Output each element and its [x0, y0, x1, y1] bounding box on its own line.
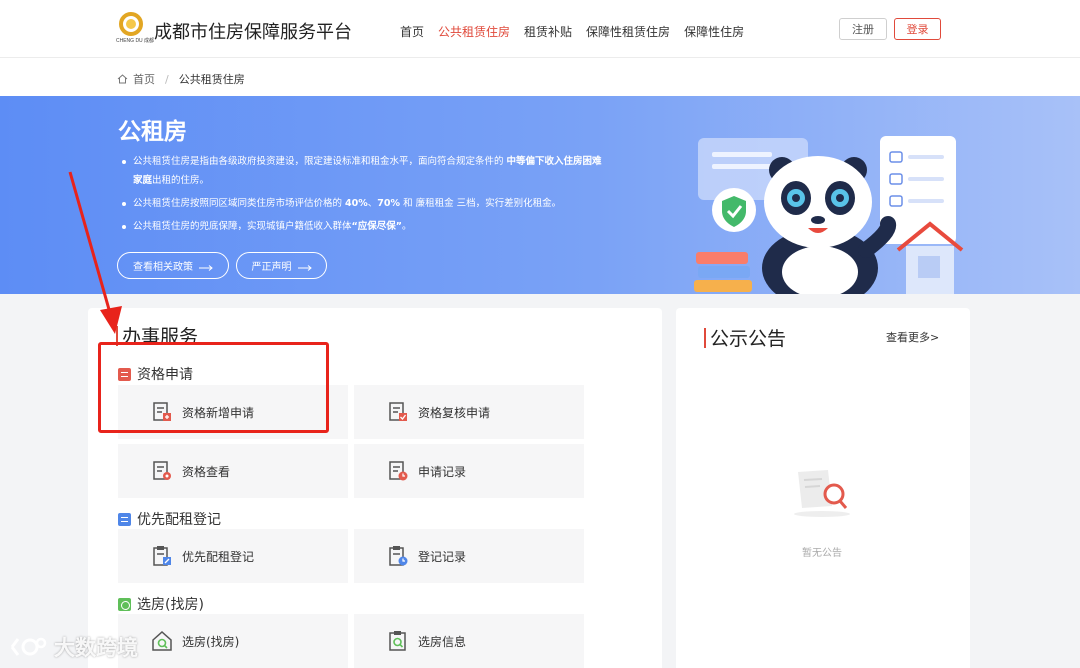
view-more-link[interactable]: 查看更多>	[886, 329, 939, 345]
document-view-icon	[153, 461, 171, 480]
breadcrumb-current: 公共租赁住房	[178, 73, 245, 86]
tile-priority-registration[interactable]: 优先配租登记	[118, 529, 348, 583]
group-priority-registration: 优先配租登记	[118, 509, 221, 529]
banner-bullet: 公共租赁住房的兜底保障，实现城镇户籍低收入群体“应保尽保”。	[120, 217, 610, 236]
nav-item-home[interactable]: 首页	[400, 23, 424, 40]
breadcrumb-separator: /	[165, 72, 169, 86]
nav-item-affordable-rental[interactable]: 保障性租赁住房	[586, 23, 670, 40]
banner-bullet: 公共租赁住房按照同区域同类住房市场评估价格的 40%、70% 和 廉租租金 三档…	[120, 194, 610, 213]
clipboard-search-icon	[389, 631, 406, 651]
login-button[interactable]: 登录	[894, 18, 941, 40]
annotation-highlight-box	[98, 342, 329, 433]
site-title: 成都市住房保障服务平台	[154, 22, 352, 43]
home-icon[interactable]	[117, 74, 128, 84]
tile-qualification-view[interactable]: 资格查看	[118, 444, 348, 498]
tile-qualification-review-application[interactable]: 资格复核申请	[354, 385, 584, 439]
clipboard-edit-icon	[153, 546, 171, 566]
group-house-selection: 选房(找房)	[118, 594, 204, 614]
tile-application-records[interactable]: 申请记录	[354, 444, 584, 498]
tile-selection-info[interactable]: 选房信息	[354, 614, 584, 668]
banner-bullets: 公共租赁住房是指由各级政府投资建设，限定建设标准和租金水平，面向符合规定条件的 …	[120, 152, 610, 240]
hero-banner: 公租房 公共租赁住房是指由各级政府投资建设，限定建设标准和租金水平，面向符合规定…	[0, 96, 1080, 294]
breadcrumb: 首页 / 公共租赁住房	[0, 58, 1080, 96]
statement-button[interactable]: 严正声明	[236, 252, 327, 279]
search-icon	[118, 597, 131, 611]
empty-notices-text: 暂无公告	[802, 548, 842, 559]
site-logo[interactable]: CHENG DU 成都	[116, 12, 155, 48]
breadcrumb-home[interactable]: 首页	[133, 71, 155, 87]
logo-subtext: CHENG DU 成都	[116, 38, 155, 44]
nav-item-rent-subsidy[interactable]: 租赁补贴	[524, 23, 572, 40]
top-header: CHENG DU 成都 成都市住房保障服务平台 首页 公共租赁住房 租赁补贴 保…	[0, 0, 1080, 58]
banner-title: 公租房	[118, 119, 187, 145]
list-icon	[118, 512, 131, 526]
watermark-logo-icon	[10, 637, 47, 656]
empty-document-icon	[794, 470, 850, 517]
document-clock-icon	[389, 461, 408, 481]
panda-illustration	[694, 136, 964, 294]
watermark: 大数跨境	[8, 632, 138, 662]
nav-item-affordable-housing[interactable]: 保障性住房	[684, 23, 744, 40]
arrow-right-icon	[199, 263, 213, 271]
notices-title: 公示公告	[704, 324, 786, 351]
annotation-arrow	[68, 171, 122, 334]
logo-emblem	[119, 12, 143, 36]
banner-bullet: 公共租赁住房是指由各级政府投资建设，限定建设标准和租金水平，面向符合规定条件的 …	[120, 152, 610, 190]
clipboard-clock-icon	[389, 546, 408, 566]
tile-house-selection[interactable]: 选房(找房)	[118, 614, 348, 668]
register-button[interactable]: 注册	[839, 18, 887, 40]
arrow-right-icon	[297, 263, 312, 271]
document-check-icon	[389, 402, 407, 421]
house-search-icon	[152, 630, 172, 651]
tile-registration-records[interactable]: 登记记录	[354, 529, 584, 583]
main-nav: 首页 公共租赁住房 租赁补贴 保障性租赁住房 保障性住房	[400, 23, 744, 40]
nav-item-public-rental[interactable]: 公共租赁住房	[438, 23, 510, 40]
